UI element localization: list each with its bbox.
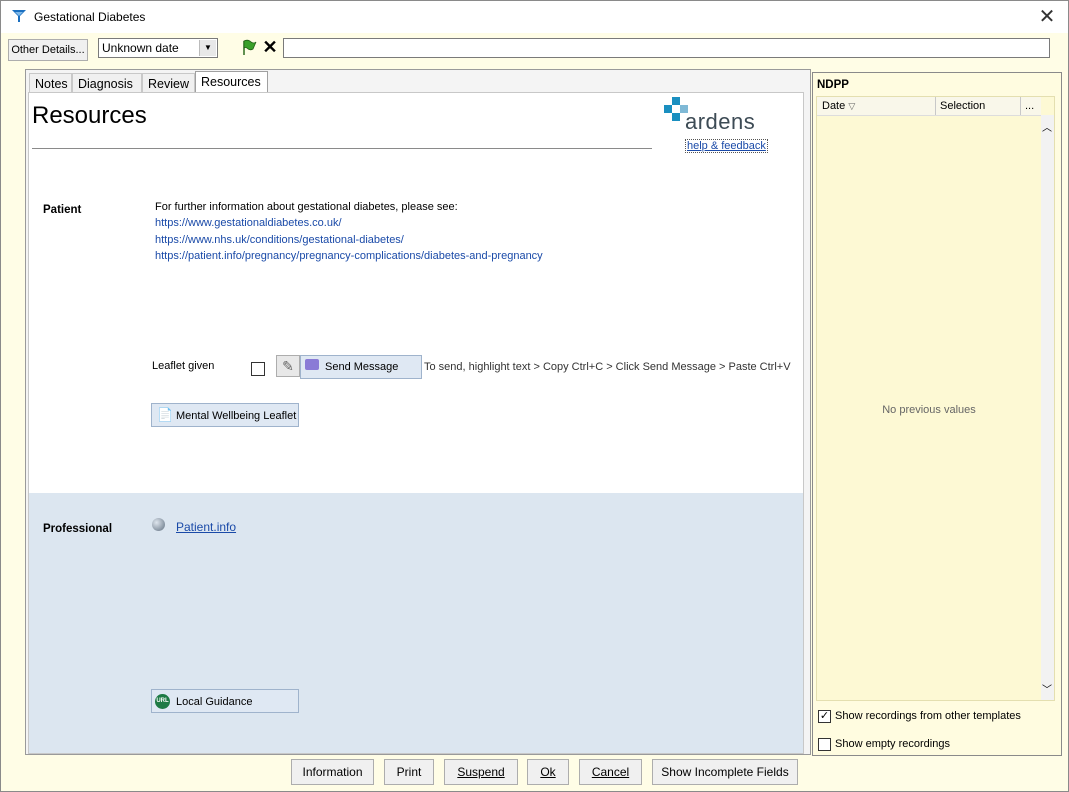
title-bar: Gestational Diabetes ✕ (1, 1, 1068, 33)
window-title: Gestational Diabetes (34, 10, 146, 24)
show-incomplete-fields-button[interactable]: Show Incomplete Fields (652, 759, 798, 785)
tab-notes[interactable]: Notes (29, 73, 72, 93)
local-guidance-label: Local Guidance (176, 696, 253, 708)
link-nhs[interactable]: https://www.nhs.uk/conditions/gestationa… (155, 234, 404, 246)
local-guidance-button[interactable]: URL Local Guidance (151, 689, 299, 713)
leaflet-given-label: Leaflet given (152, 360, 215, 372)
column-divider (935, 97, 936, 115)
close-icon[interactable]: ✕ (1036, 6, 1058, 28)
column-selection[interactable]: Selection (940, 100, 985, 112)
ndpp-title: NDPP (817, 79, 849, 91)
vertical-scrollbar[interactable]: ︿ ﹀ (1041, 115, 1054, 700)
information-button[interactable]: Information (291, 759, 374, 785)
ok-button[interactable]: Ok (527, 759, 569, 785)
column-date[interactable]: Date ▽ (822, 100, 855, 112)
footer-buttons: Information Print Suspend Ok Cancel Show… (1, 757, 1068, 791)
send-message-label: Send Message (325, 361, 399, 373)
logo-text: ardens (685, 109, 756, 134)
column-divider (1020, 97, 1021, 115)
send-message-button[interactable]: Send Message (300, 355, 422, 379)
date-select-value: Unknown date (102, 41, 179, 55)
ardens-logo: ardens (661, 97, 771, 137)
professional-section: Professional Patient.info URL Local Guid… (29, 493, 803, 753)
sort-icon: ▽ (848, 101, 856, 111)
main-window: Gestational Diabetes ✕ Other Details... … (0, 0, 1069, 792)
free-text-input[interactable] (283, 38, 1050, 58)
page-title: Resources (32, 102, 147, 129)
chevron-down-icon[interactable]: ﹀ (1042, 681, 1052, 696)
link-gestationaldiabetes[interactable]: https://www.gestationaldiabetes.co.uk/ (155, 217, 342, 229)
print-button[interactable]: Print (384, 759, 434, 785)
chevron-up-icon[interactable]: ︿ (1042, 119, 1052, 134)
empty-state-text: No previous values (882, 404, 976, 416)
resources-content: Resources ardens help & feedback Patient… (28, 92, 804, 754)
recordings-grid: Date ▽ Selection ... ︿ ﹀ No previous val… (816, 96, 1055, 701)
chevron-down-icon[interactable]: ▼ (199, 40, 216, 56)
mental-wellbeing-leaflet-button[interactable]: 📄 Mental Wellbeing Leaflet (151, 403, 299, 427)
send-hint: To send, highlight text > Copy Ctrl+C > … (424, 361, 791, 373)
grid-header: Date ▽ Selection ... (817, 97, 1041, 116)
suspend-button[interactable]: Suspend (444, 759, 518, 785)
column-more[interactable]: ... (1025, 100, 1034, 112)
message-icon (305, 359, 319, 370)
clear-icon[interactable]: ✕ (261, 38, 279, 56)
cancel-button[interactable]: Cancel (579, 759, 642, 785)
ndpp-panel: NDPP Date ▽ Selection ... ︿ ﹀ No previou… (812, 72, 1062, 756)
globe-icon (152, 518, 165, 531)
tab-review[interactable]: Review (142, 73, 195, 93)
url-icon: URL (155, 694, 170, 709)
show-empty-checkbox[interactable] (818, 738, 831, 751)
date-select[interactable]: Unknown date ▼ (98, 38, 218, 58)
show-other-templates-label: Show recordings from other templates (835, 710, 1021, 722)
link-patient-info[interactable]: https://patient.info/pregnancy/pregnancy… (155, 250, 543, 262)
toolbar: Other Details... Unknown date ▼ ✕ (1, 33, 1068, 65)
leaflet-given-checkbox[interactable] (251, 362, 265, 376)
patient-info-link[interactable]: Patient.info (176, 520, 236, 534)
patient-section-label: Patient (43, 204, 82, 216)
document-icon: 📄 (157, 407, 174, 422)
app-logo-icon (12, 10, 26, 22)
mental-wellbeing-label: Mental Wellbeing Leaflet (176, 410, 297, 422)
other-details-button[interactable]: Other Details... (8, 39, 88, 61)
column-date-label: Date (822, 100, 846, 112)
flag-icon[interactable] (240, 39, 258, 57)
tab-diagnosis[interactable]: Diagnosis (72, 73, 142, 93)
tab-resources[interactable]: Resources (195, 71, 268, 94)
help-feedback-link[interactable]: help & feedback (685, 139, 768, 153)
show-empty-label: Show empty recordings (835, 738, 950, 750)
divider (32, 148, 652, 149)
template-panel: Notes Diagnosis Review Resources Resourc… (25, 69, 811, 755)
info-text: For further information about gestationa… (155, 201, 458, 213)
pencil-icon[interactable]: ✎ (276, 355, 300, 377)
professional-section-label: Professional (43, 523, 113, 535)
show-other-templates-checkbox[interactable]: ✓ (818, 710, 831, 723)
